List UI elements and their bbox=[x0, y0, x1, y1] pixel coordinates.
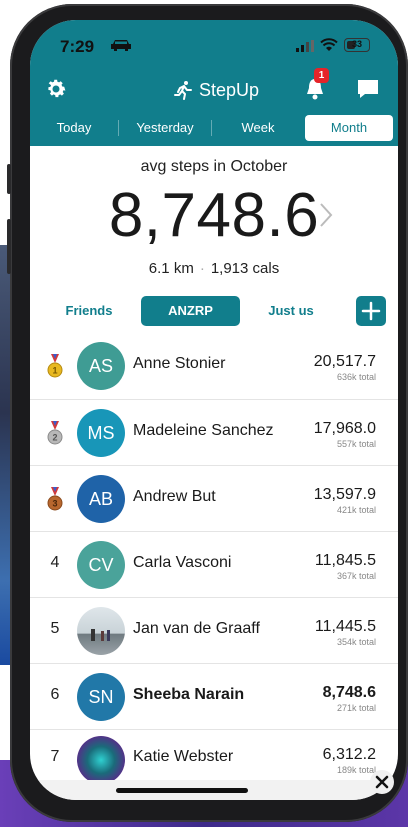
member-rank: 4 bbox=[50, 554, 60, 571]
side-button bbox=[7, 219, 11, 274]
leaderboard-row[interactable]: 5 Jan van de Graaff 11,445.5 354k total bbox=[30, 597, 398, 663]
avatar: MS bbox=[77, 409, 125, 457]
avatar: CV bbox=[77, 541, 125, 589]
close-button[interactable] bbox=[370, 770, 394, 794]
member-total: 636k total bbox=[336, 372, 376, 382]
bronze-medal-icon: 3 bbox=[47, 487, 63, 511]
leaderboard-row[interactable]: 4 CV Carla Vasconi 11,845.5 367k total bbox=[30, 531, 398, 597]
member-name: Jan van de Graaff bbox=[133, 620, 260, 637]
member-name: Madeleine Sanchez bbox=[133, 422, 274, 439]
leaderboard-row[interactable]: 2 MS Madeleine Sanchez 17,968.0 557k tot… bbox=[30, 399, 398, 465]
group-friends[interactable]: Friends bbox=[50, 296, 128, 326]
separator-dot: · bbox=[199, 260, 205, 277]
member-name: Andrew But bbox=[133, 488, 216, 505]
avatar: SN bbox=[77, 673, 125, 721]
signal-icon bbox=[296, 40, 314, 52]
member-steps: 17,968.0 bbox=[313, 420, 376, 437]
close-icon bbox=[375, 775, 389, 789]
average-steps-value: 8,748.6 bbox=[108, 181, 320, 250]
home-indicator[interactable] bbox=[116, 788, 248, 793]
status-time: 7:29 bbox=[60, 37, 95, 56]
member-total: 557k total bbox=[336, 439, 376, 449]
member-steps: 13,597.9 bbox=[313, 486, 376, 503]
car-icon bbox=[111, 40, 131, 51]
member-rank: 6 bbox=[50, 686, 60, 703]
tab-month[interactable]: Month bbox=[305, 115, 393, 141]
avatar-initials: AS bbox=[88, 356, 113, 376]
app-title: StepUp bbox=[199, 79, 260, 100]
member-steps: 6,312.2 bbox=[322, 746, 376, 763]
member-name: Carla Vasconi bbox=[133, 554, 232, 571]
member-total: 354k total bbox=[336, 637, 376, 647]
calories-value: 1,913 cals bbox=[210, 260, 280, 277]
status-bar: 7:29 33 bbox=[30, 20, 398, 70]
gear-icon[interactable] bbox=[44, 77, 68, 101]
member-name: Anne Stonier bbox=[133, 355, 226, 372]
avatar: AS bbox=[77, 342, 125, 390]
side-button bbox=[7, 164, 11, 194]
leaderboard-row[interactable]: 3 AB Andrew But 13,597.9 421k total bbox=[30, 465, 398, 531]
member-total: 271k total bbox=[336, 703, 376, 713]
notification-badge: 1 bbox=[314, 68, 329, 83]
member-steps: 8,748.6 bbox=[322, 684, 376, 701]
photo-figures bbox=[91, 629, 110, 641]
avatar: AB bbox=[77, 475, 125, 523]
plus-icon bbox=[361, 301, 381, 321]
avatar-initials: MS bbox=[87, 423, 115, 443]
avatar-initials: CV bbox=[88, 555, 114, 575]
svg-text:2: 2 bbox=[52, 433, 57, 443]
member-name: Sheeba Narain bbox=[133, 686, 245, 703]
battery-level: 33 bbox=[351, 39, 362, 49]
member-steps: 11,445.5 bbox=[314, 618, 376, 635]
summary-title: avg steps in October bbox=[140, 158, 288, 175]
chevron-right-icon[interactable] bbox=[319, 202, 333, 228]
member-steps: 20,517.7 bbox=[313, 353, 376, 370]
svg-text:1: 1 bbox=[52, 366, 57, 376]
avatar-initials: SN bbox=[88, 687, 114, 707]
member-name: Katie Webster bbox=[133, 748, 234, 765]
group-just-us[interactable]: Just us bbox=[252, 296, 330, 326]
tab-today[interactable]: Today bbox=[30, 114, 118, 142]
silver-medal-icon: 2 bbox=[47, 421, 63, 445]
runner-icon bbox=[174, 81, 192, 100]
app-screen: 7:29 33 StepUp 1 Today Yesterday Week Mo… bbox=[30, 20, 398, 800]
period-tabs: Today Yesterday Week Month bbox=[30, 114, 398, 142]
add-group-button[interactable] bbox=[356, 296, 386, 326]
avatar-photo bbox=[77, 607, 125, 655]
distance-value: 6.1 km bbox=[148, 260, 194, 277]
battery-icon: 33 bbox=[344, 38, 370, 52]
leaderboard-row[interactable]: 6 SN Sheeba Narain 8,748.6 271k total bbox=[30, 663, 398, 729]
tab-yesterday[interactable]: Yesterday bbox=[119, 114, 211, 142]
tab-week[interactable]: Week bbox=[212, 114, 304, 142]
wifi-icon bbox=[320, 38, 338, 51]
chat-icon[interactable] bbox=[356, 78, 380, 100]
member-rank: 7 bbox=[50, 748, 60, 765]
group-selector: Friends ANZRP Just us bbox=[30, 296, 398, 328]
summary-metrics: 6.1 km · 1,913 cals bbox=[30, 260, 398, 277]
member-total: 367k total bbox=[336, 571, 376, 581]
app-brand: StepUp bbox=[173, 78, 259, 102]
gold-medal-icon: 1 bbox=[47, 354, 63, 378]
leaderboard-row[interactable]: 1 AS Anne Stonier 20,517.7 636k total bbox=[30, 333, 398, 399]
member-rank: 5 bbox=[50, 620, 60, 637]
member-steps: 11,845.5 bbox=[314, 552, 376, 569]
app-header: StepUp 1 bbox=[30, 68, 398, 112]
avatar-initials: AB bbox=[88, 489, 113, 509]
member-total: 421k total bbox=[336, 505, 376, 515]
svg-text:3: 3 bbox=[52, 499, 57, 509]
group-anzrp[interactable]: ANZRP bbox=[141, 296, 240, 326]
avatar-photo bbox=[77, 736, 125, 784]
